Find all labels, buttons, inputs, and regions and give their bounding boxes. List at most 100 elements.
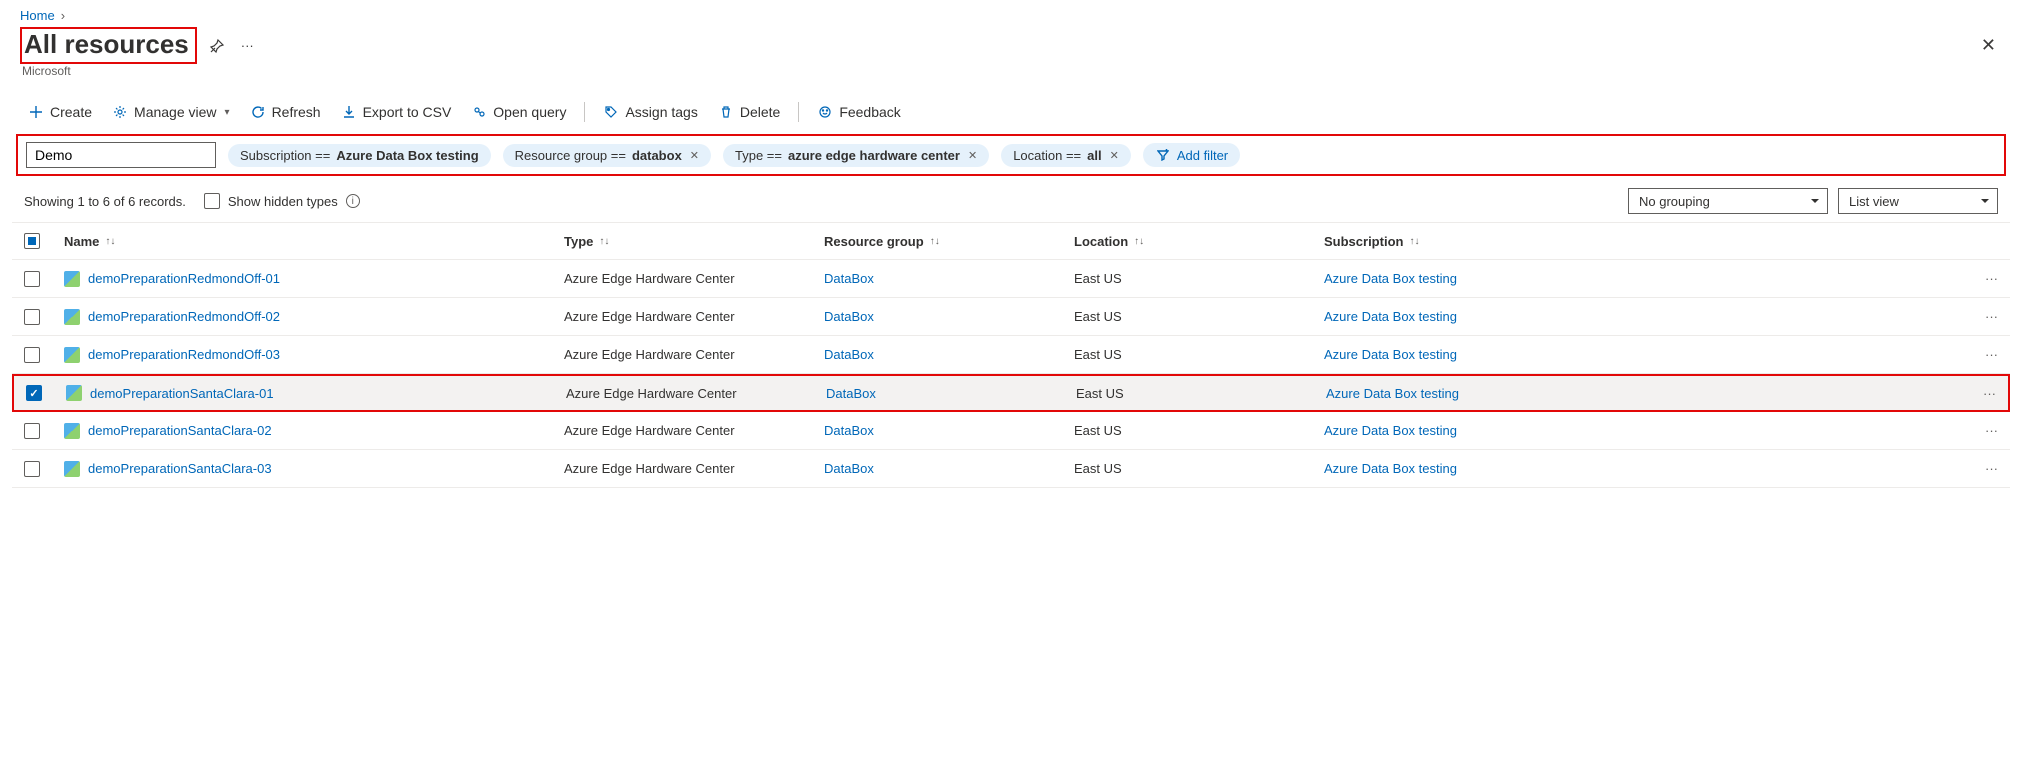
resource-group-link[interactable]: DataBox: [824, 461, 874, 476]
filter-pill-subscription[interactable]: Subscription == Azure Data Box testing: [228, 144, 491, 167]
grouping-value: No grouping: [1639, 194, 1710, 209]
resource-name-link[interactable]: demoPreparationRedmondOff-01: [88, 271, 280, 286]
select-all-checkbox[interactable]: [24, 233, 40, 249]
subscription-cell: Azure Data Box testing: [1324, 309, 1958, 324]
toolbar: Create Manage view ▾ Refresh Export to C…: [12, 94, 2010, 134]
resource-group-cell: DataBox: [824, 271, 1074, 286]
feedback-icon: [817, 104, 833, 120]
row-checkbox[interactable]: [24, 271, 40, 287]
remove-filter-icon[interactable]: ✕: [968, 149, 977, 162]
table-row[interactable]: demoPreparationSantaClara-02 Azure Edge H…: [12, 412, 2010, 450]
open-query-button[interactable]: Open query: [463, 100, 574, 124]
name-cell: demoPreparationSantaClara-02: [64, 423, 564, 439]
feedback-button[interactable]: Feedback: [809, 100, 908, 124]
export-csv-label: Export to CSV: [363, 104, 452, 120]
delete-button[interactable]: Delete: [710, 100, 788, 124]
row-more-button[interactable]: ···: [1958, 347, 1998, 362]
column-resource-group[interactable]: Resource group↑↓: [824, 234, 1074, 249]
breadcrumb-home[interactable]: Home: [20, 8, 55, 23]
row-more-button[interactable]: ···: [1956, 386, 1996, 401]
resource-name-link[interactable]: demoPreparationRedmondOff-03: [88, 347, 280, 362]
subscription-link[interactable]: Azure Data Box testing: [1326, 386, 1459, 401]
type-cell: Azure Edge Hardware Center: [564, 309, 824, 324]
add-filter-button[interactable]: Add filter: [1143, 143, 1240, 167]
subscription-cell: Azure Data Box testing: [1324, 347, 1958, 362]
resource-table: Name↑↓ Type↑↓ Resource group↑↓ Location↑…: [12, 222, 2010, 488]
table-row[interactable]: demoPreparationRedmondOff-01Azure Edge H…: [12, 260, 2010, 298]
subscription-link[interactable]: Azure Data Box testing: [1324, 347, 1457, 362]
resource-name-link[interactable]: demoPreparationRedmondOff-02: [88, 309, 280, 324]
row-more-button[interactable]: ···: [1958, 309, 1998, 324]
export-csv-button[interactable]: Export to CSV: [333, 100, 460, 124]
records-count: Showing 1 to 6 of 6 records.: [24, 194, 186, 209]
resource-name-link[interactable]: demoPreparationSantaClara-01: [90, 386, 274, 401]
meta-row: Showing 1 to 6 of 6 records. Show hidden…: [12, 184, 2010, 222]
resource-name-link[interactable]: demoPreparationSantaClara-03: [88, 461, 272, 476]
title-row: All resources ··· ✕: [12, 27, 2010, 64]
table-row[interactable]: demoPreparationRedmondOff-02 Azure Edge H…: [12, 298, 2010, 336]
subscription-cell: Azure Data Box testing: [1324, 271, 1958, 286]
subscription-cell: Azure Data Box testing: [1324, 461, 1958, 476]
row-more-button[interactable]: ···: [1958, 423, 1998, 438]
subscription-link[interactable]: Azure Data Box testing: [1324, 423, 1457, 438]
resource-name-link[interactable]: demoPreparationSantaClara-02: [88, 423, 272, 438]
row-checkbox[interactable]: [24, 309, 40, 325]
resource-group-link[interactable]: DataBox: [824, 309, 874, 324]
sort-icon: ↑↓: [1409, 236, 1419, 247]
refresh-icon: [250, 104, 266, 120]
subscription-link[interactable]: Azure Data Box testing: [1324, 309, 1457, 324]
filter-pill-location[interactable]: Location == all ✕: [1001, 144, 1131, 167]
resource-group-link[interactable]: DataBox: [824, 271, 874, 286]
column-name[interactable]: Name↑↓: [64, 234, 564, 249]
column-location[interactable]: Location↑↓: [1074, 234, 1324, 249]
table-row[interactable]: demoPreparationSantaClara-03Azure Edge H…: [12, 450, 2010, 488]
view-dropdown[interactable]: List view: [1838, 188, 1998, 214]
pin-icon[interactable]: [209, 38, 225, 54]
subscription-cell: Azure Data Box testing: [1324, 423, 1958, 438]
resource-group-link[interactable]: DataBox: [826, 386, 876, 401]
column-subscription[interactable]: Subscription↑↓: [1324, 234, 1958, 249]
name-cell: demoPreparationRedmondOff-02: [64, 309, 564, 325]
resource-group-link[interactable]: DataBox: [824, 423, 874, 438]
table-row[interactable]: demoPreparationRedmondOff-03Azure Edge H…: [12, 336, 2010, 374]
row-checkbox[interactable]: [24, 461, 40, 477]
pill-label: Location ==: [1013, 148, 1081, 163]
resource-group-link[interactable]: DataBox: [824, 347, 874, 362]
row-more-button[interactable]: ···: [1958, 461, 1998, 476]
manage-view-button[interactable]: Manage view ▾: [104, 100, 238, 124]
assign-tags-button[interactable]: Assign tags: [595, 100, 705, 124]
show-hidden-types-toggle[interactable]: Show hidden types i: [204, 193, 360, 209]
row-checkbox[interactable]: [24, 347, 40, 363]
column-type[interactable]: Type↑↓: [564, 234, 824, 249]
subscription-link[interactable]: Azure Data Box testing: [1324, 271, 1457, 286]
row-checkbox[interactable]: [24, 423, 40, 439]
refresh-button[interactable]: Refresh: [242, 100, 329, 124]
type-cell: Azure Edge Hardware Center: [564, 423, 824, 438]
info-icon[interactable]: i: [346, 194, 360, 208]
resource-icon: [64, 347, 80, 363]
table-row[interactable]: demoPreparationSantaClara-01Azure Edge H…: [12, 374, 2010, 412]
subscription-link[interactable]: Azure Data Box testing: [1324, 461, 1457, 476]
more-icon[interactable]: ···: [241, 38, 254, 53]
row-checkbox[interactable]: [26, 385, 42, 401]
table-header: Name↑↓ Type↑↓ Resource group↑↓ Location↑…: [12, 222, 2010, 260]
row-more-button[interactable]: ···: [1958, 271, 1998, 286]
tag-icon: [603, 104, 619, 120]
name-cell: demoPreparationSantaClara-01: [66, 385, 566, 401]
name-cell: demoPreparationSantaClara-03: [64, 461, 564, 477]
page-subcaption: Microsoft: [12, 64, 2010, 86]
resource-icon: [64, 423, 80, 439]
close-button[interactable]: ✕: [1981, 35, 2002, 56]
grouping-dropdown[interactable]: No grouping: [1628, 188, 1828, 214]
remove-filter-icon[interactable]: ✕: [1110, 149, 1119, 162]
filter-pill-type[interactable]: Type == azure edge hardware center ✕: [723, 144, 989, 167]
pill-value: Azure Data Box testing: [336, 148, 478, 163]
remove-filter-icon[interactable]: ✕: [690, 149, 699, 162]
filter-pill-resource-group[interactable]: Resource group == databox ✕: [503, 144, 711, 167]
search-input[interactable]: [26, 142, 216, 168]
delete-label: Delete: [740, 104, 780, 120]
name-cell: demoPreparationRedmondOff-01: [64, 271, 564, 287]
refresh-label: Refresh: [272, 104, 321, 120]
resource-icon: [64, 309, 80, 325]
create-button[interactable]: Create: [20, 100, 100, 124]
